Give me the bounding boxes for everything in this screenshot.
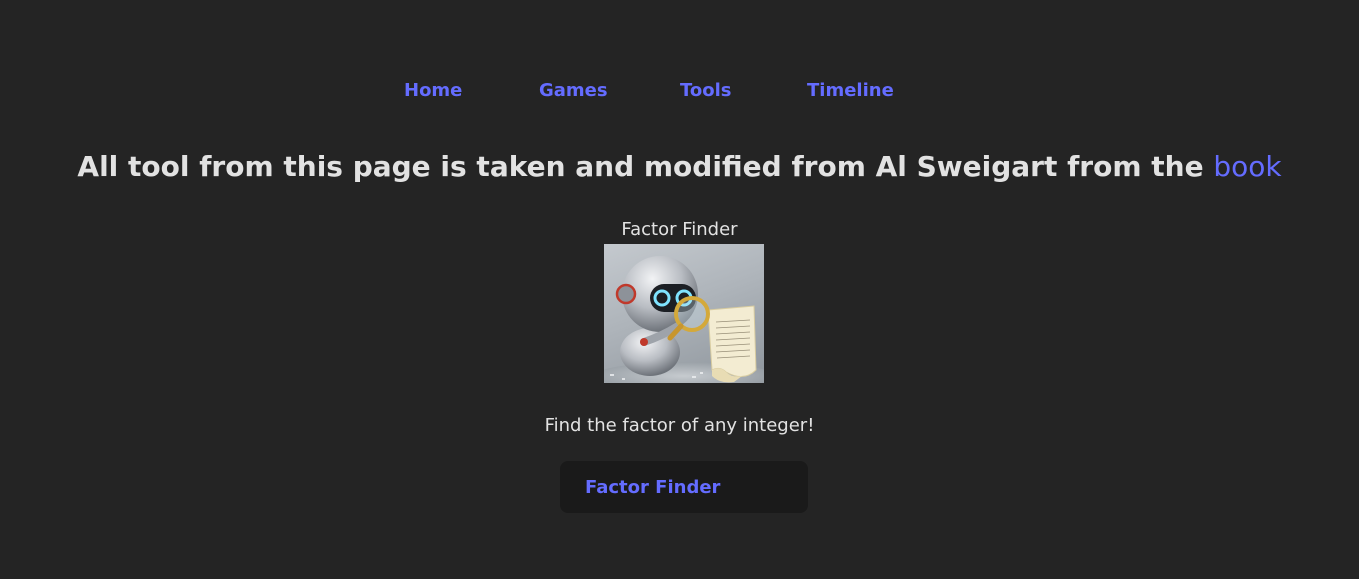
factor-finder-button[interactable]: Factor Finder — [560, 461, 808, 513]
tool-card-title: Factor Finder — [621, 219, 738, 240]
page-title: All tool from this page is taken and mod… — [0, 148, 1359, 186]
factor-finder-button-label: Factor Finder — [585, 476, 721, 498]
nav-timeline-link[interactable]: Timeline — [807, 78, 894, 104]
nav-games-link[interactable]: Games — [539, 78, 608, 104]
robot-illustration — [604, 256, 764, 383]
tool-card-description: Find the factor of any integer! — [544, 415, 815, 436]
nav-tools-link[interactable]: Tools — [680, 78, 732, 104]
main-nav: Home Games Tools Timeline — [0, 78, 1359, 104]
book-link[interactable]: book — [1213, 150, 1281, 183]
tool-card-image — [604, 244, 764, 383]
nav-home-link[interactable]: Home — [404, 78, 462, 104]
page-title-text: All tool from this page is taken and mod… — [77, 150, 1214, 183]
